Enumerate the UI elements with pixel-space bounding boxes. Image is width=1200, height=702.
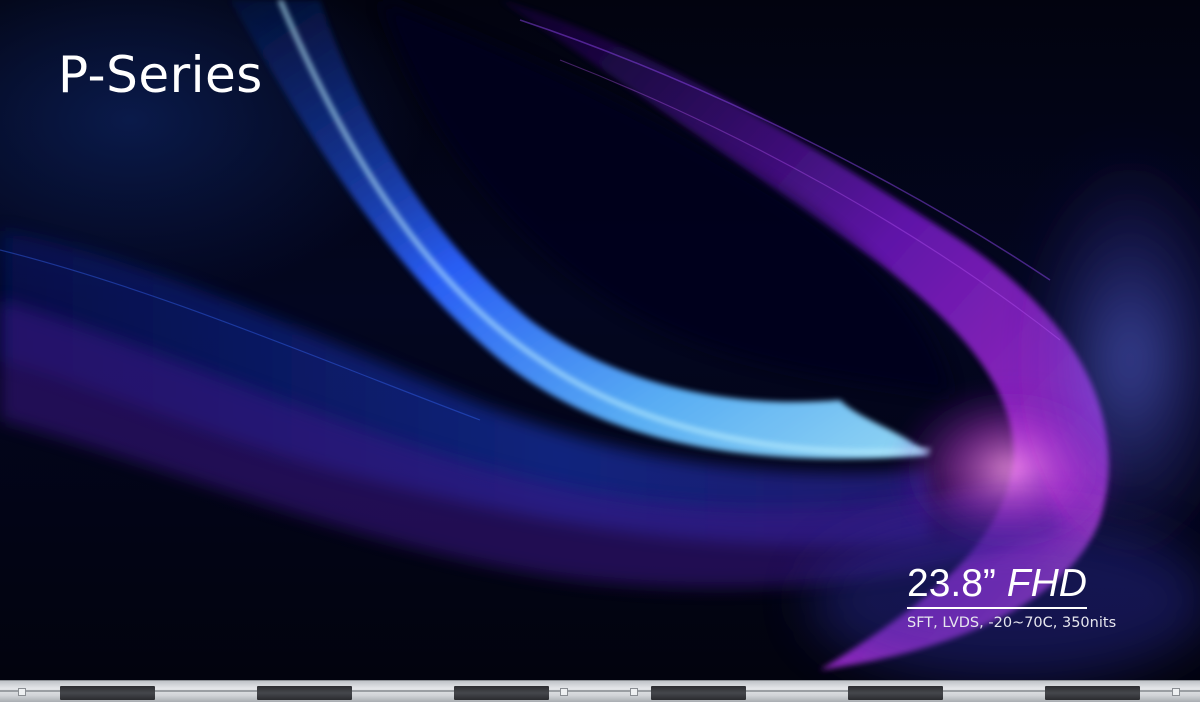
spec-details: SFT, LVDS, -20~70C, 350nits xyxy=(907,615,1117,631)
bezel-notch xyxy=(560,688,568,696)
spec-headline: 23.8” FHD xyxy=(907,562,1087,609)
flex-connector xyxy=(454,686,549,700)
flex-connector xyxy=(60,686,155,700)
lcd-panel: P-Series 23.8” FHD SFT, LVDS, -20~70C, 3… xyxy=(0,0,1200,702)
resolution-label: FHD xyxy=(1006,562,1087,605)
flex-connector xyxy=(848,686,943,700)
display-screen: P-Series 23.8” FHD SFT, LVDS, -20~70C, 3… xyxy=(0,0,1200,680)
bezel-notch xyxy=(1172,688,1180,696)
bezel-notch xyxy=(630,688,638,696)
panel-bottom-bezel xyxy=(0,680,1200,702)
bezel-groove xyxy=(0,690,1200,692)
flex-connector xyxy=(651,686,746,700)
flex-connector xyxy=(257,686,352,700)
bezel-notch xyxy=(18,688,26,696)
flex-connector xyxy=(1045,686,1140,700)
series-title: P-Series xyxy=(58,46,263,104)
spec-block: 23.8” FHD SFT, LVDS, -20~70C, 350nits xyxy=(907,562,1167,631)
screen-size: 23.8” xyxy=(907,562,996,605)
